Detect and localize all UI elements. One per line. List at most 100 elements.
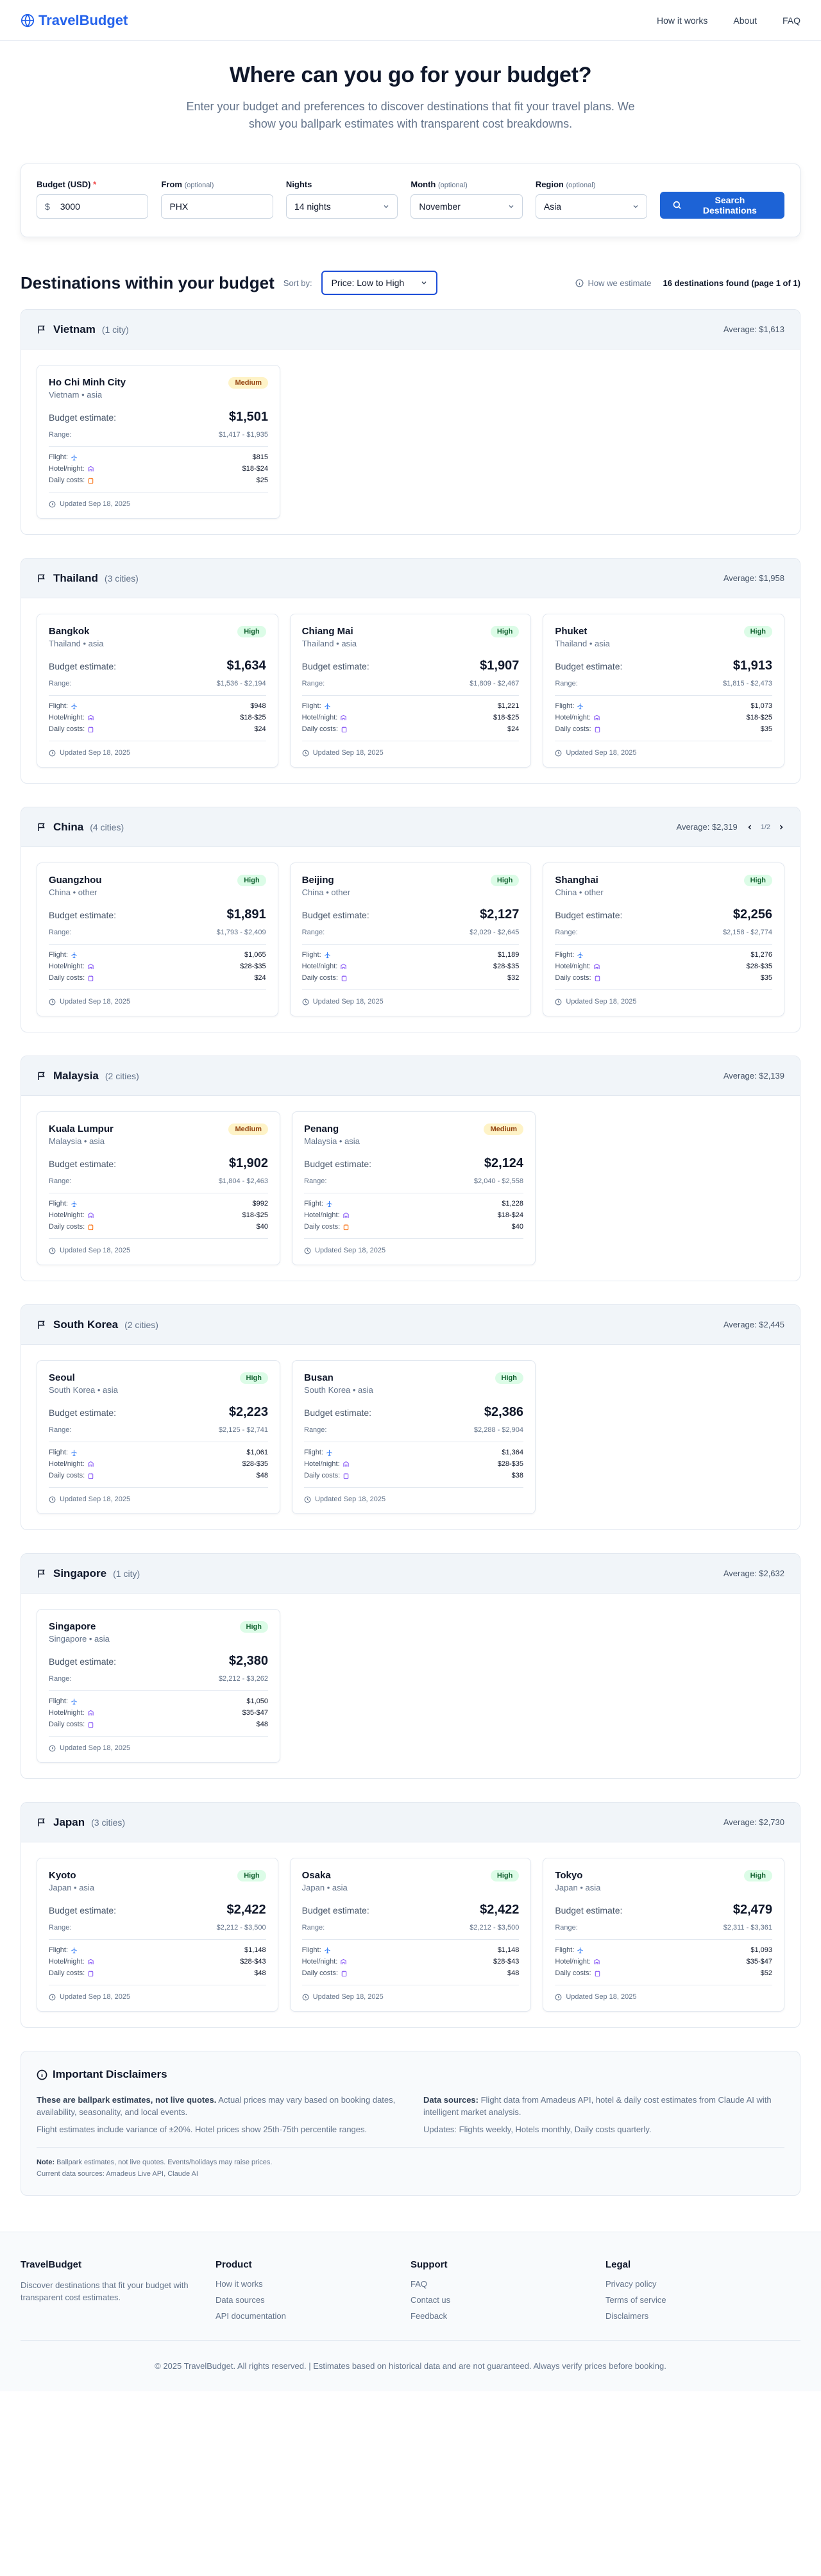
budget-estimate-label: Budget estimate: xyxy=(304,1158,372,1169)
flight-cost: $948 xyxy=(250,702,266,710)
range-label: Range: xyxy=(49,1675,72,1683)
budget-estimate-value: $2,479 xyxy=(732,1903,773,1917)
range-label: Range: xyxy=(301,929,325,936)
city-card[interactable]: Beijing China • other High Budget estimate:… xyxy=(289,863,532,1016)
hotel-icon xyxy=(87,1212,94,1218)
city-card[interactable]: Seoul South Korea • asia High Budget estima… xyxy=(37,1360,280,1514)
footer-link-terms[interactable]: Terms of service xyxy=(605,2295,800,2305)
hotel-icon xyxy=(343,1461,349,1467)
nights-select[interactable]: 14 nights xyxy=(285,194,398,219)
updated-timestamp: Updated Sep 18, 2025 xyxy=(49,989,266,1006)
brand-logo[interactable]: TravelBudget xyxy=(21,12,128,29)
search-button-label: Search Destinations xyxy=(702,195,757,215)
city-card[interactable]: Bangkok Thailand • asia High Budget estimat… xyxy=(37,614,278,768)
footer-link-how-it-works[interactable]: How it works xyxy=(216,2279,410,2289)
city-card[interactable]: Osaka Japan • asia High Budget estimate: $2,… xyxy=(289,1858,532,2012)
confidence-badge: High xyxy=(490,1870,520,1881)
sort-select[interactable]: Price: Low to High xyxy=(321,271,438,295)
disclaimers-title: Important Disclaimers xyxy=(37,2068,784,2081)
updated-timestamp: Updated Sep 18, 2025 xyxy=(49,1736,268,1752)
city-card[interactable]: Penang Malaysia • asia Medium Budget estima… xyxy=(292,1111,536,1265)
flag-icon xyxy=(38,574,45,582)
city-name: Busan xyxy=(304,1372,334,1383)
region-select[interactable]: Asia xyxy=(535,194,648,219)
footer-link-disclaimers[interactable]: Disclaimers xyxy=(605,2311,800,2321)
footer-link-data-sources[interactable]: Data sources xyxy=(216,2295,410,2305)
hotel-label: Hotel/night: xyxy=(49,1958,85,1966)
country-average: Average: $2,632 xyxy=(723,1569,784,1578)
footer-link-api-docs[interactable]: API documentation xyxy=(216,2311,410,2321)
country-section: Vietnam (1 city) Average: $1,613 Ho Chi Min… xyxy=(21,309,800,535)
city-card[interactable]: Singapore Singapore • asia High Budget esti… xyxy=(37,1609,280,1763)
country-section: Malaysia (2 cities) Average: $2,139 Kuala L… xyxy=(21,1056,800,1281)
budget-estimate-value: $2,127 xyxy=(480,907,520,922)
city-location: China • other xyxy=(555,888,604,897)
daily-label: Daily costs: xyxy=(49,1223,85,1231)
city-name: Ho Chi Minh City xyxy=(49,377,126,388)
clock-icon xyxy=(49,1994,56,2000)
city-count: (1 city) xyxy=(113,1568,140,1579)
budget-estimate-label: Budget estimate: xyxy=(301,661,369,671)
chevron-left-icon[interactable] xyxy=(747,824,753,830)
city-name: Chiang Mai xyxy=(301,626,353,637)
footer-link-contact[interactable]: Contact us xyxy=(410,2295,605,2305)
budget-input[interactable]: $3000 xyxy=(37,194,149,219)
globe-icon xyxy=(21,13,35,28)
daily-cost-icon xyxy=(341,975,347,981)
budget-field-group: Budget (USD) * $3000 xyxy=(37,180,149,219)
updated-timestamp: Updated Sep 18, 2025 xyxy=(301,989,520,1006)
city-card[interactable]: Ho Chi Minh City Vietnam • asia Medium Budg… xyxy=(37,365,280,519)
how-we-estimate-link[interactable]: How we estimate xyxy=(575,278,651,288)
daily-label: Daily costs: xyxy=(304,1223,341,1231)
footer-link-faq[interactable]: FAQ xyxy=(410,2279,605,2289)
footer-link-feedback[interactable]: Feedback xyxy=(410,2311,605,2321)
region-field-group: Region (optional) Asia xyxy=(535,180,648,219)
range-label: Range: xyxy=(304,1426,327,1434)
city-card[interactable]: Guangzhou China • other High Budget estimat… xyxy=(37,863,278,1016)
city-card[interactable]: Tokyo Japan • asia High Budget estimate: $2,… xyxy=(543,1858,785,2012)
confidence-badge: High xyxy=(495,1372,523,1384)
chevron-right-icon[interactable] xyxy=(778,824,784,830)
hotel-cost: $28-$35 xyxy=(497,1460,523,1468)
range-label: Range: xyxy=(49,1426,72,1434)
city-card[interactable]: Busan South Korea • asia High Budget estima… xyxy=(292,1360,536,1514)
range-label: Range: xyxy=(555,929,578,936)
city-card[interactable]: Chiang Mai Thailand • asia High Budget esti… xyxy=(289,614,532,768)
hotel-cost: $28-$35 xyxy=(242,1460,268,1468)
divider xyxy=(49,695,266,696)
hotel-cost: $18-$25 xyxy=(746,714,773,721)
search-icon xyxy=(673,201,681,209)
site-footer: TravelBudget Discover destinations that … xyxy=(0,2232,821,2391)
flight-label: Flight: xyxy=(304,1200,323,1208)
country-header: Thailand (3 cities) Average: $1,958 xyxy=(21,559,800,598)
country-name: Thailand xyxy=(53,571,98,584)
nav-about[interactable]: About xyxy=(733,15,757,26)
origin-input[interactable]: PHX xyxy=(161,194,273,219)
city-card[interactable]: Shanghai China • other High Budget estimate… xyxy=(543,863,785,1016)
divider xyxy=(49,1690,268,1691)
budget-estimate-value: $1,902 xyxy=(228,1156,268,1170)
budget-value: 3000 xyxy=(60,201,80,212)
city-card[interactable]: Phuket Thailand • asia High Budget estimate… xyxy=(543,614,785,768)
city-location: Thailand • asia xyxy=(555,639,610,648)
city-count: (3 cities) xyxy=(91,1817,126,1828)
hotel-label: Hotel/night: xyxy=(301,714,338,721)
search-destinations-button[interactable]: Search Destinations xyxy=(660,192,784,219)
city-name: Kyoto xyxy=(49,1870,76,1881)
month-select[interactable]: November xyxy=(410,194,523,219)
city-location: Malaysia • asia xyxy=(304,1136,360,1146)
daily-cost: $25 xyxy=(256,476,268,484)
daily-cost-icon xyxy=(88,726,94,732)
city-location: Vietnam • asia xyxy=(49,390,103,400)
city-card[interactable]: Kyoto Japan • asia High Budget estimate: $2,… xyxy=(37,1858,278,2012)
daily-cost-icon xyxy=(595,1970,600,1976)
footer-link-privacy[interactable]: Privacy policy xyxy=(605,2279,800,2289)
hero-title: Where can you go for your budget? xyxy=(229,63,592,87)
city-card-list: Kyoto Japan • asia High Budget estimate: $2,… xyxy=(21,1842,800,2027)
daily-cost: $24 xyxy=(254,974,266,982)
city-card[interactable]: Kuala Lumpur Malaysia • asia Medium Budget … xyxy=(37,1111,280,1265)
nav-faq[interactable]: FAQ xyxy=(783,15,800,26)
hotel-icon xyxy=(87,1710,94,1715)
nav-how-it-works[interactable]: How it works xyxy=(657,15,707,26)
disclaimer-estimates: These are ballpark estimates, not live q… xyxy=(37,2095,396,2134)
